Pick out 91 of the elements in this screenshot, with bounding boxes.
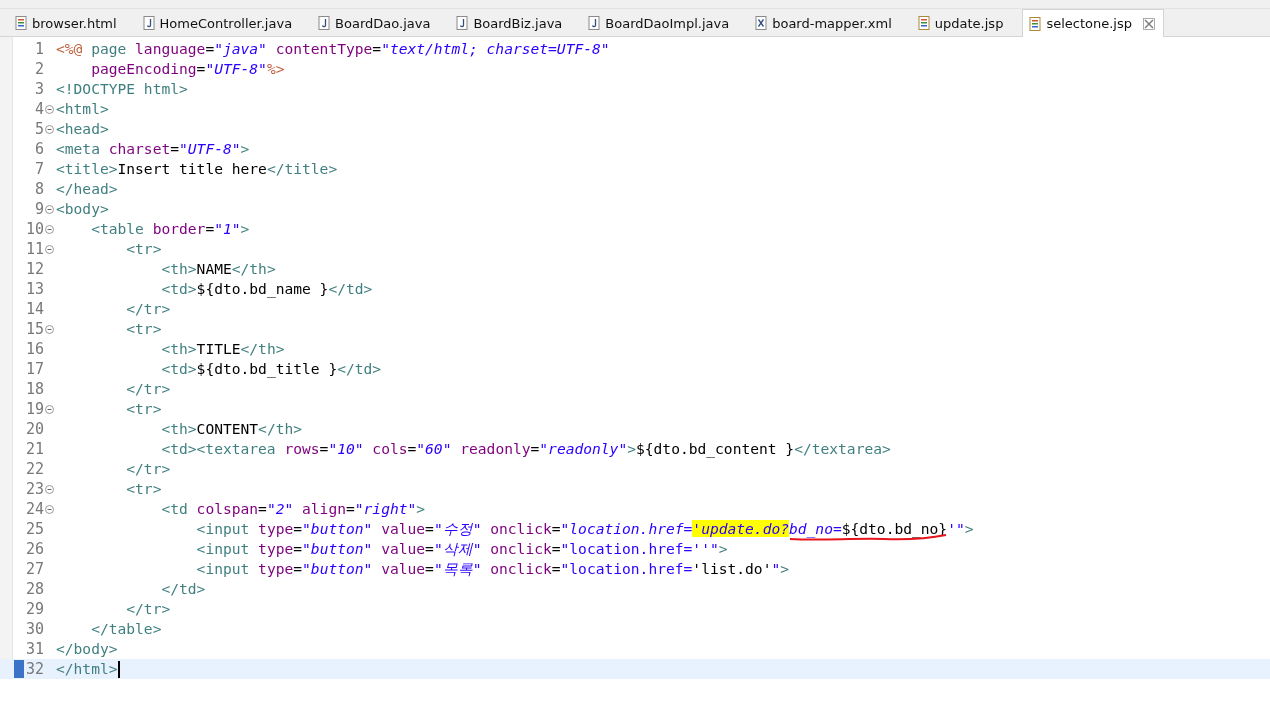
line-number: 10 xyxy=(24,220,44,238)
code-line: </body> xyxy=(56,640,118,657)
code-line: </tr> xyxy=(126,380,171,397)
collapse-icon[interactable] xyxy=(45,324,54,334)
line-number: 26 xyxy=(24,540,44,558)
editor-tab[interactable]: BoardBiz.java xyxy=(449,9,576,36)
line-number: 30 xyxy=(24,620,44,638)
document-icon xyxy=(917,16,930,30)
code-line: </tr> xyxy=(126,600,171,617)
line-number: 19 xyxy=(24,400,44,418)
collapse-icon[interactable] xyxy=(45,404,54,414)
editor-tab[interactable]: HomeController.java xyxy=(135,9,306,36)
j-file-icon xyxy=(318,16,331,30)
line-number: 21 xyxy=(24,440,44,458)
line-number: 8 xyxy=(33,180,44,198)
line-number: 11 xyxy=(24,240,44,258)
line-number: 28 xyxy=(24,580,44,598)
line-number: 3 xyxy=(33,80,44,98)
code-line: <th>TITLE</th> xyxy=(161,340,285,357)
editor-tab[interactable]: BoardDaoImpl.java xyxy=(581,9,743,36)
editor-tab[interactable]: browser.html xyxy=(8,9,130,36)
line-number: 32 xyxy=(24,660,44,678)
collapse-icon[interactable] xyxy=(45,104,54,114)
document-icon xyxy=(15,16,27,30)
line-number: 31 xyxy=(24,640,44,658)
collapse-icon[interactable] xyxy=(45,124,54,134)
x-file-icon xyxy=(755,16,768,30)
close-icon[interactable] xyxy=(1143,17,1155,30)
line-number: 25 xyxy=(24,520,44,538)
code-line: <body> xyxy=(56,200,109,217)
line-number: 2 xyxy=(33,60,44,78)
code-line: <td>${dto.bd_name }</td> xyxy=(161,280,373,297)
collapse-icon[interactable] xyxy=(45,204,54,214)
code-line: <input type="button" value="삭제" onclick="location.href=''"> xyxy=(196,540,728,557)
code-line: <title>Insert title here</title> xyxy=(56,160,338,177)
line-number: 18 xyxy=(24,380,44,398)
line-number: 4 xyxy=(33,100,44,118)
editor-tab[interactable]: board-mapper.xml xyxy=(748,9,905,36)
code-line: <tr> xyxy=(126,480,162,497)
code-line: </td> xyxy=(161,580,206,597)
code-line: </head> xyxy=(56,180,118,197)
line-number: 16 xyxy=(24,340,44,358)
line-number: 13 xyxy=(24,280,44,298)
document-icon xyxy=(1029,16,1042,31)
text-cursor xyxy=(118,661,120,678)
line-number: 20 xyxy=(24,420,44,438)
line-number: 12 xyxy=(24,260,44,278)
j-file-icon xyxy=(588,16,601,30)
line-number: 15 xyxy=(24,320,44,338)
line-number: 27 xyxy=(24,560,44,578)
line-number: 22 xyxy=(24,460,44,478)
code-line: <!DOCTYPE html> xyxy=(56,80,188,97)
code-line: <td>${dto.bd_title }</td> xyxy=(161,360,382,377)
editor-tab[interactable]: selectone.jsp xyxy=(1022,9,1164,37)
line-number: 14 xyxy=(24,300,44,318)
collapse-icon[interactable] xyxy=(45,224,54,234)
code-line: <th>NAME</th> xyxy=(161,260,276,277)
code-line: <head> xyxy=(56,120,109,137)
code-line: <input type="button" value="목록" onclick="location.href='list.do'"> xyxy=(196,560,789,577)
code-line: <th>CONTENT</th> xyxy=(161,420,303,437)
code-line: </html> xyxy=(56,660,118,677)
line-number: 23 xyxy=(24,480,44,498)
code-line: <html> xyxy=(56,100,109,117)
code-line: pageEncoding="UTF-8"%> xyxy=(91,60,285,77)
code-line: <input type="button" value="수정" onclick="location.href='update.do?bd_no=${dto.bd_no}'"> xyxy=(196,520,974,537)
line-number: 5 xyxy=(33,120,44,138)
code-line: <td colspan="2" align="right"> xyxy=(161,500,426,517)
line-number: 29 xyxy=(24,600,44,618)
line-number: 6 xyxy=(33,140,44,158)
code-line: </tr> xyxy=(126,460,171,477)
code-line: </tr> xyxy=(126,300,171,317)
j-file-icon xyxy=(456,16,469,30)
editor-tab[interactable]: BoardDao.java xyxy=(311,9,444,36)
code-line: <td><textarea rows="10" cols="60" readonly="readonly">${dto.bd_content }</textarea> xyxy=(161,440,891,457)
collapse-icon[interactable] xyxy=(45,484,54,494)
line-number: 7 xyxy=(33,160,44,178)
j-file-icon xyxy=(142,16,155,30)
code-line: <%@ page language="java" contentType="text/html; charset=UTF-8" xyxy=(56,40,610,57)
code-line: <tr> xyxy=(126,320,162,337)
code-line: </table> xyxy=(91,620,162,637)
collapse-icon[interactable] xyxy=(45,504,54,514)
line-number: 9 xyxy=(33,200,44,218)
code-line: <tr> xyxy=(126,240,162,257)
line-number: 17 xyxy=(24,360,44,378)
code-line: <meta charset="UTF-8"> xyxy=(56,140,250,157)
collapse-icon[interactable] xyxy=(45,244,54,254)
line-number: 24 xyxy=(24,500,44,518)
editor-tab[interactable]: update.jsp xyxy=(910,9,1017,36)
code-line: <table border="1"> xyxy=(91,220,250,237)
line-number: 1 xyxy=(33,40,44,58)
code-line: <tr> xyxy=(126,400,162,417)
